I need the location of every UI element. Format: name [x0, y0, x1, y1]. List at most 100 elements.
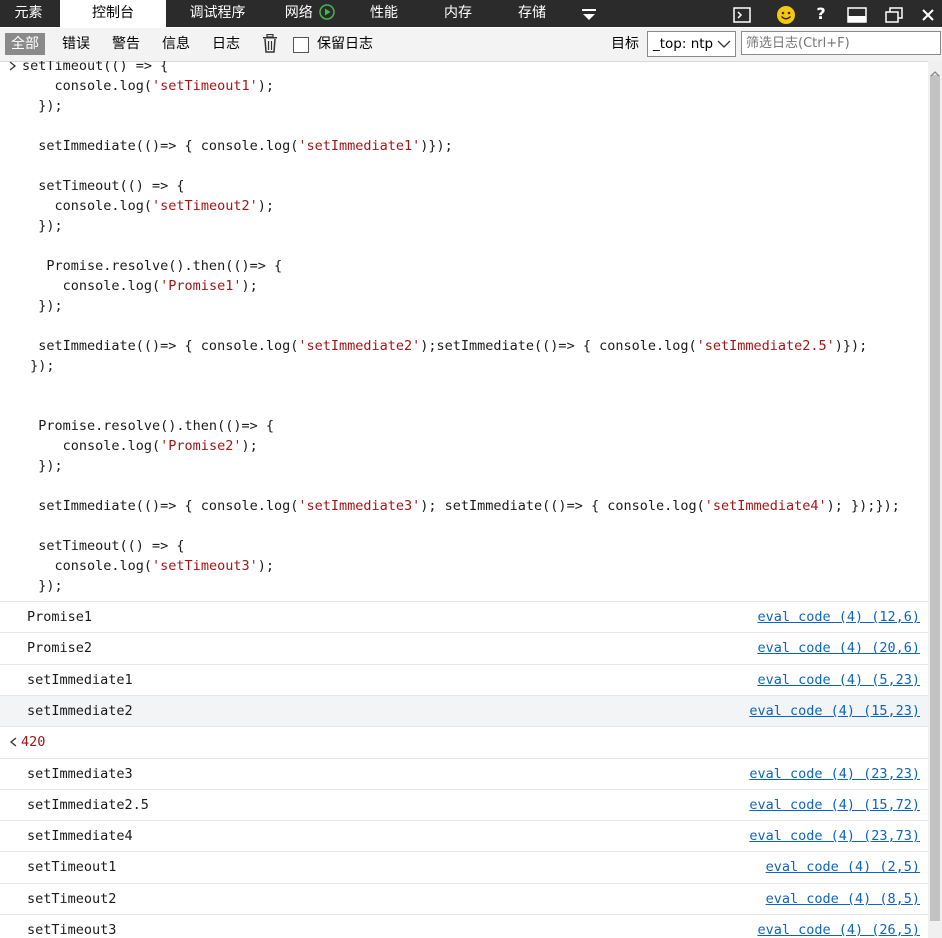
code-line: }); [22, 296, 63, 316]
console-log-row: Promise2 eval code (4) (20,6) [0, 632, 928, 664]
code-line: }); [22, 356, 54, 376]
source-link[interactable]: eval code (4) (23,23) [749, 759, 920, 790]
code-line: console.log('Promise1'); [22, 276, 258, 296]
console-log-row: Promise1 eval code (4) (12,6) [0, 601, 928, 633]
result-chevron-icon [9, 737, 17, 747]
code-text: setTimeout(() => { [22, 61, 169, 74]
console-toolbar: 全部 错误 警告 信息 日志 保留日志 目标 _top: ntp [0, 28, 942, 62]
code-text: }); [22, 98, 63, 114]
console-log-row: setImmediate4 eval code (4) (23,73) [0, 820, 928, 852]
target-select[interactable]: _top: ntp [647, 31, 736, 57]
code-text: console.log( [22, 558, 153, 574]
code-string: 'Promise1' [160, 278, 242, 294]
code-text: }); [22, 578, 63, 594]
tab-debugger[interactable]: 调试程序 [170, 0, 265, 27]
code-text: }); [22, 298, 63, 314]
code-string: 'setImmediate1' [298, 138, 421, 154]
code-line: console.log('Promise2'); [22, 436, 258, 456]
filter-all[interactable]: 全部 [5, 33, 45, 55]
dock-button[interactable] [846, 0, 868, 27]
code-text: setImmediate(()=> { console.log( [22, 138, 299, 154]
source-link[interactable]: eval code (4) (23,73) [749, 821, 920, 852]
source-link[interactable]: eval code (4) (15,72) [749, 790, 920, 821]
source-link[interactable]: eval code (4) (15,23) [749, 696, 920, 727]
code-line: Promise.resolve().then(()=> { [22, 416, 274, 436]
close-icon [922, 8, 934, 21]
tab-label: 元素 [14, 5, 43, 21]
log-message: setImmediate3 [27, 765, 133, 782]
code-line: }); [22, 96, 63, 116]
source-link[interactable]: eval code (4) (8,5) [766, 884, 920, 915]
tab-label: 网络 [284, 5, 313, 21]
terminal-icon [733, 6, 751, 23]
code-string: 'Promise2' [160, 438, 242, 454]
source-link[interactable]: eval code (4) (2,5) [766, 852, 920, 883]
console-icon-button[interactable] [731, 0, 753, 27]
filter-logs[interactable]: 日志 [206, 33, 246, 55]
filter-info[interactable]: 信息 [156, 33, 196, 55]
code-text: }); [22, 458, 63, 474]
tab-performance[interactable]: 性能 [354, 0, 414, 27]
help-button[interactable]: ? [812, 0, 830, 27]
source-link[interactable]: eval code (4) (5,23) [757, 665, 920, 696]
code-string: 'setImmediate2.5' [696, 338, 835, 354]
log-message: setTimeout2 [27, 890, 117, 907]
code-text: ); [241, 278, 258, 294]
tab-network[interactable]: 网络 [270, 0, 350, 27]
log-message: setImmediate2 [27, 702, 133, 719]
scrollbar[interactable] [928, 61, 942, 938]
tab-console[interactable]: 控制台 [60, 0, 166, 27]
code-line: setTimeout(() => { [22, 61, 168, 76]
code-text: console.log( [22, 78, 153, 94]
log-message: setImmediate2.5 [27, 796, 149, 813]
code-text: ); setImmediate(()=> { console.log( [420, 498, 705, 514]
filter-errors[interactable]: 错误 [56, 33, 96, 55]
tab-memory[interactable]: 内存 [428, 0, 488, 27]
code-line: setTimeout(() => { [22, 536, 184, 556]
target-label: 目标 [611, 36, 639, 52]
console-output: setTimeout(() => { console.log('setTimeo… [0, 61, 928, 938]
code-text: console.log( [22, 438, 161, 454]
filter-log-input[interactable] [741, 31, 941, 55]
close-devtools-button[interactable] [918, 0, 938, 27]
code-text: Promise.resolve().then(()=> { [22, 258, 283, 274]
filter-warnings[interactable]: 警告 [106, 33, 146, 55]
code-string: 'setTimeout2' [152, 198, 258, 214]
console-log-row: setTimeout1 eval code (4) (2,5) [0, 851, 928, 883]
code-string: 'setImmediate3' [298, 498, 421, 514]
code-text: setTimeout(() => { [22, 178, 185, 194]
source-link[interactable]: eval code (4) (26,5) [757, 915, 920, 938]
console-log-row: setImmediate1 eval code (4) (5,23) [0, 663, 928, 696]
code-text: setImmediate(()=> { console.log( [22, 498, 299, 514]
code-line: Promise.resolve().then(()=> { [22, 256, 282, 276]
console-log-row: setTimeout3 eval code (4) (26,5) [0, 914, 928, 938]
source-link[interactable]: eval code (4) (12,6) [757, 602, 920, 633]
code-string: 'setImmediate4' [704, 498, 827, 514]
scroll-up-icon[interactable] [930, 63, 940, 82]
source-link[interactable]: eval code (4) (20,6) [757, 633, 920, 664]
preserve-log-checkbox[interactable] [293, 37, 309, 53]
scrollbar-thumb[interactable] [930, 75, 940, 921]
code-text: }); [22, 218, 63, 234]
play-icon [319, 4, 335, 20]
code-text: console.log( [22, 278, 161, 294]
code-string: 'setTimeout3' [152, 558, 258, 574]
code-line: setTimeout(() => { [22, 176, 185, 196]
undock-button[interactable] [883, 0, 905, 27]
console-log-row: setImmediate3 eval code (4) (23,23) [0, 757, 928, 790]
feedback-button[interactable] [774, 0, 798, 27]
clear-console-button[interactable] [262, 33, 278, 57]
code-line: }); [22, 216, 63, 236]
tab-storage[interactable]: 存储 [502, 0, 562, 27]
chevron-down-icon [582, 8, 596, 20]
console-log-row: setImmediate2.5 eval code (4) (15,72) [0, 788, 928, 821]
input-chevron-icon [9, 61, 17, 71]
tab-elements[interactable]: 元素 [0, 0, 57, 27]
more-tabs-button[interactable] [578, 0, 600, 27]
code-text: ); [257, 558, 274, 574]
trash-icon [263, 33, 277, 53]
log-message: setTimeout1 [27, 859, 117, 876]
code-string: 'setImmediate2' [298, 338, 421, 354]
console-result-row: 420 [0, 726, 928, 758]
chevron-down-icon [717, 40, 731, 48]
